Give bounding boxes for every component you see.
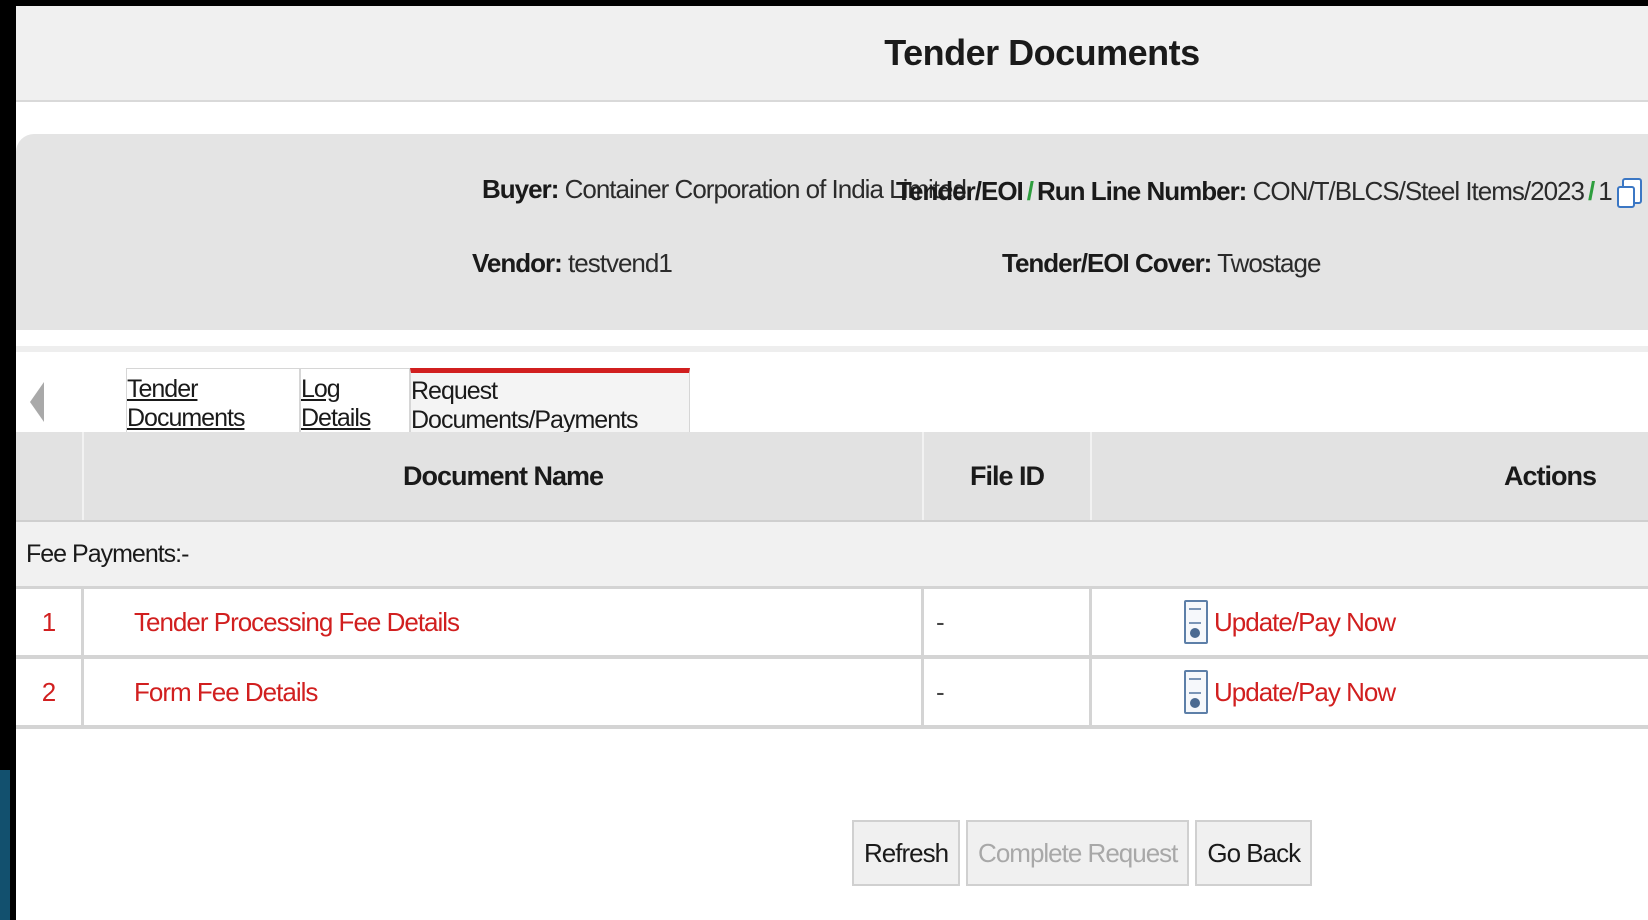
tab-scroll-left-icon[interactable] [30, 382, 44, 422]
cover-row: Tender/EOI Cover: Twostage [1002, 248, 1321, 279]
row-number: 1 [16, 589, 84, 655]
tab-bar: Tender Documents Log Details Request Doc… [16, 346, 1648, 438]
row-number: 2 [16, 659, 84, 725]
copy-icon[interactable] [1616, 178, 1642, 208]
buyer-row: Buyer: Container Corporation of India Li… [482, 174, 967, 205]
tab-label: Tender Documents [127, 374, 245, 432]
tender-label-a: Tender/EOI [896, 176, 1024, 206]
table-row: 2 Form Fee Details - Update/Pay Now [16, 659, 1648, 729]
tender-number-value: CON/T/BLCS/Steel Items/2023 [1252, 176, 1585, 206]
section-fee-payments: Fee Payments:- [16, 522, 1648, 589]
title-bar: Tender Documents [16, 6, 1648, 102]
buyer-label: Buyer: [482, 174, 559, 204]
tender-number-row: Tender/EOI / Run Line Number: CON/T/BLCS/S… [896, 174, 1642, 208]
action-buttons: Refresh Complete Request Go Back [852, 820, 1313, 886]
go-back-button[interactable]: Go Back [1195, 820, 1313, 886]
header-actions: Actions [1503, 460, 1597, 491]
cover-label: Tender/EOI Cover: [1002, 248, 1212, 278]
file-id: - [924, 589, 1092, 655]
tender-label-b: Run Line Number: [1037, 176, 1247, 206]
page-title: Tender Documents [884, 32, 1200, 73]
vendor-row: Vendor: testvend1 [472, 248, 673, 279]
file-id: - [924, 659, 1092, 725]
refresh-button[interactable]: Refresh [852, 820, 961, 886]
actions-cell: Update/Pay Now [1092, 589, 1648, 655]
update-pay-now-link[interactable]: Update/Pay Now [1214, 677, 1396, 708]
tab-tender-documents[interactable]: Tender Documents [126, 368, 300, 438]
document-icon[interactable] [1184, 670, 1208, 714]
header-number [16, 432, 84, 520]
complete-request-button[interactable]: Complete Request [966, 820, 1190, 886]
document-name-link[interactable]: Form Fee Details [84, 659, 924, 725]
table-row: 1 Tender Processing Fee Details - Update… [16, 589, 1648, 659]
tab-log-details[interactable]: Log Details [300, 368, 410, 438]
tab-request-documents-payments[interactable]: Request Documents/Payments [410, 368, 690, 438]
update-pay-now-link[interactable]: Update/Pay Now [1214, 607, 1396, 638]
slash-separator: / [1026, 176, 1034, 206]
tab-label: Request Documents/Payments [411, 376, 639, 434]
header-document-name: Document Name [84, 432, 924, 520]
actions-cell: Update/Pay Now [1092, 659, 1648, 725]
tender-info-panel: Buyer: Container Corporation of India Li… [16, 134, 1648, 330]
documents-table: Document Name File ID Actions Fee Paymen… [16, 432, 1648, 729]
vendor-value: testvend1 [568, 248, 673, 278]
tab-label: Log Details [301, 374, 371, 432]
frame-accent-strip [0, 770, 10, 920]
slash-separator: / [1587, 176, 1595, 206]
table-header: Document Name File ID Actions [16, 432, 1648, 522]
section-label: Fee Payments:- [26, 540, 189, 568]
run-line-value: 1 [1598, 176, 1613, 206]
cover-value: Twostage [1217, 248, 1321, 278]
vendor-label: Vendor: [472, 248, 563, 278]
header-file-id: File ID [924, 432, 1092, 520]
document-icon[interactable] [1184, 600, 1208, 644]
document-name-link[interactable]: Tender Processing Fee Details [84, 589, 924, 655]
